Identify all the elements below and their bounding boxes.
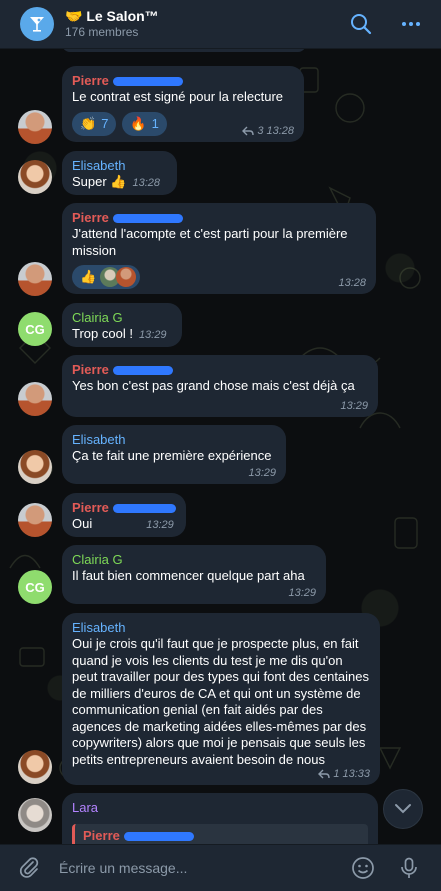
avatar-elisabeth[interactable]	[18, 450, 52, 484]
reactor-avatar	[116, 267, 137, 287]
message-text: Oui je crois qu'il faut que je prospecte…	[72, 636, 370, 767]
member-count: 176 membres	[65, 25, 139, 39]
message-text: Super 👍	[72, 174, 127, 189]
avatar-pierre[interactable]	[18, 110, 52, 144]
message-bubble[interactable]: Clairia G Trop cool ! 13:29	[62, 303, 182, 347]
reply-arrow-icon	[242, 126, 255, 136]
message-time: 13:29	[288, 587, 316, 599]
reply-count[interactable]: 3	[257, 125, 263, 137]
handshake-emoji: 🤝	[65, 8, 83, 24]
chat-header[interactable]: 🤝 Le Salon™ 176 membres	[0, 0, 441, 49]
message-meta: 13:29	[248, 467, 276, 479]
sender-name[interactable]: Pierre	[72, 362, 368, 378]
message-bubble[interactable]: Pierre Le contrat est signé pour la rele…	[62, 66, 304, 142]
message-composer	[0, 844, 441, 891]
avatar-elisabeth[interactable]	[18, 160, 52, 194]
message-input[interactable]	[57, 859, 331, 877]
message-text: Ça te fait une première expérience	[72, 448, 272, 463]
reaction-clap[interactable]: 👏 7	[72, 111, 117, 136]
more-icon[interactable]	[399, 12, 423, 36]
sender-name[interactable]: Elisabeth	[72, 158, 167, 174]
message-text: Le contrat est signé pour la relecture	[72, 89, 284, 104]
chat-title: 🤝 Le Salon™	[65, 8, 159, 25]
message-time: 13:33	[342, 768, 370, 780]
message-bubble[interactable]: Elisabeth Ça te fait une première expéri…	[62, 425, 286, 484]
message-bubble[interactable]: Pierre Oui 13:29	[62, 493, 186, 537]
message-meta: 13:29	[340, 400, 368, 412]
message-meta: 1 13:33	[318, 768, 370, 780]
redacted-name	[123, 831, 194, 841]
message-bubble[interactable]: Pierre Yes bon c'est pas grand chose mai…	[62, 355, 378, 417]
avatar-pierre[interactable]	[18, 382, 52, 416]
message-text: Il faut bien commencer quelque part aha	[72, 568, 305, 583]
reply-count[interactable]: 1	[333, 768, 339, 780]
sender-name[interactable]: Elisabeth	[72, 620, 370, 636]
sender-name[interactable]: Pierre	[72, 500, 176, 516]
message-bubble[interactable]: Elisabeth Super 👍 13:28	[62, 151, 177, 195]
chevron-down-icon	[395, 804, 411, 814]
message-time: 13:28	[338, 277, 366, 289]
attach-icon[interactable]	[17, 856, 41, 880]
message-meta: 13:28	[338, 277, 366, 289]
emoji-icon[interactable]	[351, 856, 375, 880]
message-list[interactable]: Pierre Le contrat est signé pour la rele…	[0, 36, 441, 863]
sender-name[interactable]: Pierre	[72, 73, 294, 89]
reactions-row: 👍	[72, 265, 366, 289]
avatar-clairia[interactable]: CG	[18, 570, 52, 604]
message-bubble[interactable]: Elisabeth Oui je crois qu'il faut que je…	[62, 613, 380, 785]
group-avatar[interactable]	[20, 7, 54, 41]
sender-name[interactable]: Elisabeth	[72, 432, 276, 448]
reaction-thumbs-up[interactable]: 👍	[72, 265, 141, 289]
sender-name[interactable]: Pierre	[72, 210, 366, 226]
redacted-name	[112, 213, 183, 223]
avatar-pierre[interactable]	[18, 503, 52, 537]
message-meta: 3 13:28	[242, 125, 294, 137]
reaction-fire[interactable]: 🔥 1	[122, 111, 167, 136]
microphone-icon[interactable]	[397, 856, 421, 880]
redacted-name	[112, 365, 173, 375]
message-time: 13:29	[340, 400, 368, 412]
reply-arrow-icon	[318, 769, 331, 779]
avatar-elisabeth[interactable]	[18, 750, 52, 784]
avatar-lara[interactable]	[18, 798, 52, 832]
search-icon[interactable]	[349, 12, 373, 36]
message-time: 13:28	[266, 125, 294, 137]
message-bubble[interactable]: Clairia G Il faut bien commencer quelque…	[62, 545, 326, 604]
message-text: Yes bon c'est pas grand chose mais c'est…	[72, 378, 355, 393]
sender-name[interactable]: Lara	[72, 800, 368, 816]
message-bubble[interactable]: Pierre J'attend l'acompte et c'est parti…	[62, 203, 376, 294]
message-text: Trop cool !	[72, 326, 133, 341]
message-time: 13:29	[138, 329, 167, 341]
message-text: J'attend l'acompte et c'est parti pour l…	[72, 226, 348, 258]
sender-name[interactable]: Clairia G	[72, 310, 172, 326]
message-time: 13:29	[248, 467, 276, 479]
message-meta: 13:29	[288, 587, 316, 599]
martini-icon	[30, 17, 44, 32]
message-time: 13:28	[132, 177, 161, 189]
group-name: Le Salon™	[86, 8, 159, 24]
quoted-sender: Pierre	[83, 828, 120, 843]
avatar-pierre[interactable]	[18, 262, 52, 296]
redacted-name	[112, 503, 176, 513]
redacted-name	[112, 76, 183, 86]
sender-name[interactable]: Clairia G	[72, 552, 316, 568]
scroll-down-button[interactable]	[383, 789, 423, 829]
avatar-clairia[interactable]: CG	[18, 312, 52, 346]
message-time: 13:29	[146, 519, 174, 531]
message-text: Oui	[72, 516, 93, 531]
